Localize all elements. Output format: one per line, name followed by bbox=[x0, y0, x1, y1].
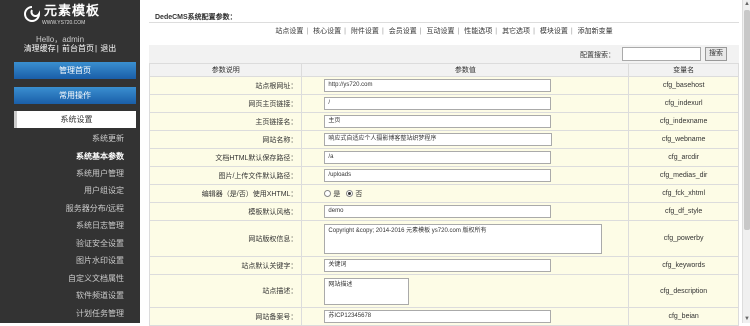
brand-name: 元素模板 bbox=[44, 4, 101, 19]
sidebar-item-system-log[interactable]: 系统日志管理 bbox=[20, 221, 124, 231]
page-title-bar: DedeCMS系统配置参数： bbox=[149, 9, 739, 23]
tab-add-variable[interactable]: 添加新变量 bbox=[578, 28, 613, 35]
row-var: cfg_description bbox=[628, 274, 739, 308]
row-var: cfg_indexurl bbox=[628, 94, 739, 113]
sidebar-item-watermark[interactable]: 图片水印设置 bbox=[20, 256, 124, 266]
row-label: 网站版权信息： bbox=[148, 220, 303, 257]
row-var: cfg_df_style bbox=[628, 202, 739, 221]
common-ops-button[interactable]: 常用操作 bbox=[14, 87, 136, 104]
row-label: 文档HTML默认保存路径： bbox=[148, 148, 303, 167]
row-label: 编辑器（是/否）使用XHTML： bbox=[148, 184, 303, 203]
basehost-input[interactable]: http://ys720.com bbox=[324, 79, 552, 92]
row-var: cfg_medias_dir bbox=[628, 166, 739, 185]
table-row: 模板默认风格： demo cfg_df_style bbox=[148, 202, 739, 221]
sidebar: 元素模板 WWW.YS720.COM Hello，admin 清理缓存| 前台首… bbox=[0, 0, 140, 323]
sidebar-item-scheduled-tasks[interactable]: 计划任务管理 bbox=[20, 309, 124, 319]
tab-performance[interactable]: 性能选项 bbox=[464, 28, 492, 35]
table-row: 站点根网址： http://ys720.com cfg_basehost bbox=[148, 76, 739, 95]
row-var: cfg_powerby bbox=[628, 220, 739, 257]
main-content: DedeCMS系统配置参数： 站点设置 | 核心设置 | 附件设置 | 会员设置 | 互… bbox=[146, 0, 742, 326]
scroll-up-icon[interactable]: ▲ bbox=[743, 0, 750, 8]
tab-member[interactable]: 会员设置 bbox=[389, 28, 417, 35]
tab-module[interactable]: 模块设置 bbox=[540, 28, 568, 35]
beian-input[interactable]: 苏ICP12345678 bbox=[324, 310, 552, 323]
search-input[interactable] bbox=[622, 47, 701, 61]
medias-dir-input[interactable]: /uploads bbox=[324, 169, 552, 182]
sidebar-item-system-update[interactable]: 系统更新 bbox=[20, 134, 124, 144]
sidebar-item-user-groups[interactable]: 用户组设定 bbox=[20, 186, 124, 196]
table-row: 站点描述： 网站描述 cfg_description bbox=[148, 274, 739, 308]
xhtml-no-radio[interactable] bbox=[346, 190, 354, 197]
sidebar-item-server-remote[interactable]: 服务器分布/远程 bbox=[20, 204, 124, 214]
search-bar: 配置搜索： 搜索 bbox=[149, 45, 739, 63]
page-title: DedeCMS系统配置参数： bbox=[155, 14, 237, 21]
table-row: 图片/上传文件默认路径： /uploads cfg_medias_dir bbox=[148, 166, 739, 185]
logout-link[interactable]: 退出 bbox=[100, 44, 116, 53]
table-row: 编辑器（是/否）使用XHTML： 是 否 cfg_fck_xhtml bbox=[148, 184, 739, 203]
description-textarea[interactable]: 网站描述 bbox=[324, 277, 410, 305]
scroll-down-icon[interactable]: ▼ bbox=[743, 315, 750, 323]
keywords-input[interactable]: 关键词 bbox=[324, 259, 552, 272]
row-var: cfg_fck_xhtml bbox=[628, 184, 739, 203]
main-menu-button[interactable]: 管理首页 bbox=[14, 62, 136, 79]
header-param-value: 参数值 bbox=[301, 63, 630, 77]
table-header-row: 参数说明 参数值 变量名 bbox=[148, 63, 739, 77]
search-label: 配置搜索： bbox=[580, 52, 615, 59]
tab-row: 站点设置 | 核心设置 | 附件设置 | 会员设置 | 互动设置 | 性能选项 | 其它选项… bbox=[275, 28, 613, 35]
header-var-name: 变量名 bbox=[628, 63, 739, 77]
row-var: cfg_webname bbox=[628, 130, 739, 149]
sidebar-item-security[interactable]: 验证安全设置 bbox=[20, 239, 124, 249]
logo[interactable]: 元素模板 WWW.YS720.COM bbox=[0, 0, 140, 32]
powerby-textarea[interactable]: Copyright &copy; 2014-2016 元素模板 ys720.co… bbox=[324, 223, 603, 254]
row-label: 站点根网址： bbox=[148, 76, 303, 95]
table-row: 站点默认关键字： 关键词 cfg_keywords bbox=[148, 256, 739, 275]
xhtml-no-label: 否 bbox=[355, 190, 363, 198]
scrollbar[interactable]: ▲ ▼ bbox=[742, 0, 750, 323]
top-links: 清理缓存| 前台首页| 退出 bbox=[23, 44, 117, 53]
indexurl-input[interactable]: / bbox=[324, 97, 552, 110]
config-table: 参数说明 参数值 变量名 站点根网址： http://ys720.com cfg… bbox=[148, 63, 739, 326]
table-row: 网站名称： 响应式自适应个人摄影博客整站织梦程序 cfg_webname bbox=[148, 130, 739, 149]
header-param-desc: 参数说明 bbox=[148, 63, 303, 77]
table-row: 主页链接名： 主页 cfg_indexname bbox=[148, 112, 739, 131]
row-label: 主页链接名： bbox=[148, 112, 303, 131]
brand-site: WWW.YS720.COM bbox=[42, 20, 86, 26]
tab-interaction[interactable]: 互动设置 bbox=[427, 28, 455, 35]
sidebar-item-software-channel[interactable]: 软件频道设置 bbox=[20, 291, 124, 301]
table-row: 网站版权信息： Copyright &copy; 2014-2016 元素模板 … bbox=[148, 220, 739, 257]
row-var: cfg_indexname bbox=[628, 112, 739, 131]
table-row: 网页主页链接： / cfg_indexurl bbox=[148, 94, 739, 113]
row-var: cfg_arcdir bbox=[628, 148, 739, 167]
xhtml-yes-radio[interactable] bbox=[324, 190, 332, 197]
df-style-input[interactable]: demo bbox=[324, 205, 552, 218]
tab-core[interactable]: 核心设置 bbox=[313, 28, 341, 35]
row-label: 网站名称： bbox=[148, 130, 303, 149]
scroll-thumb[interactable] bbox=[744, 10, 750, 230]
xhtml-yes-label: 是 bbox=[333, 190, 341, 198]
table-row: 文档HTML默认保存路径： /a cfg_arcdir bbox=[148, 148, 739, 167]
arcdir-input[interactable]: /a bbox=[324, 151, 552, 164]
indexname-input[interactable]: 主页 bbox=[324, 115, 552, 128]
row-label: 模板默认风格： bbox=[148, 202, 303, 221]
sidebar-item-custom-attrs[interactable]: 自定义文档属性 bbox=[20, 274, 124, 284]
search-button[interactable]: 搜索 bbox=[705, 47, 727, 61]
row-var: cfg_basehost bbox=[628, 76, 739, 95]
clear-cache-link[interactable]: 清理缓存 bbox=[24, 44, 56, 53]
swirl-logo-icon bbox=[24, 6, 41, 22]
tab-site[interactable]: 站点设置 bbox=[275, 28, 303, 35]
tab-other[interactable]: 其它选项 bbox=[502, 28, 530, 35]
user-greeting: Hello，admin bbox=[36, 35, 85, 44]
row-label: 网页主页链接： bbox=[148, 94, 303, 113]
row-var: cfg_keywords bbox=[628, 256, 739, 275]
sidebar-item-basic-params[interactable]: 系统基本参数 bbox=[20, 152, 124, 162]
webname-input[interactable]: 响应式自适应个人摄影博客整站织梦程序 bbox=[324, 133, 553, 146]
sidebar-item-user-manage[interactable]: 系统用户管理 bbox=[20, 169, 124, 179]
system-settings-button[interactable]: 系统设置 bbox=[14, 111, 136, 128]
row-label: 站点描述： bbox=[148, 274, 303, 308]
tab-attachment[interactable]: 附件设置 bbox=[351, 28, 379, 35]
row-label: 图片/上传文件默认路径： bbox=[148, 166, 303, 185]
row-label: 站点默认关键字： bbox=[148, 256, 303, 275]
frontend-home-link[interactable]: 前台首页 bbox=[62, 44, 94, 53]
